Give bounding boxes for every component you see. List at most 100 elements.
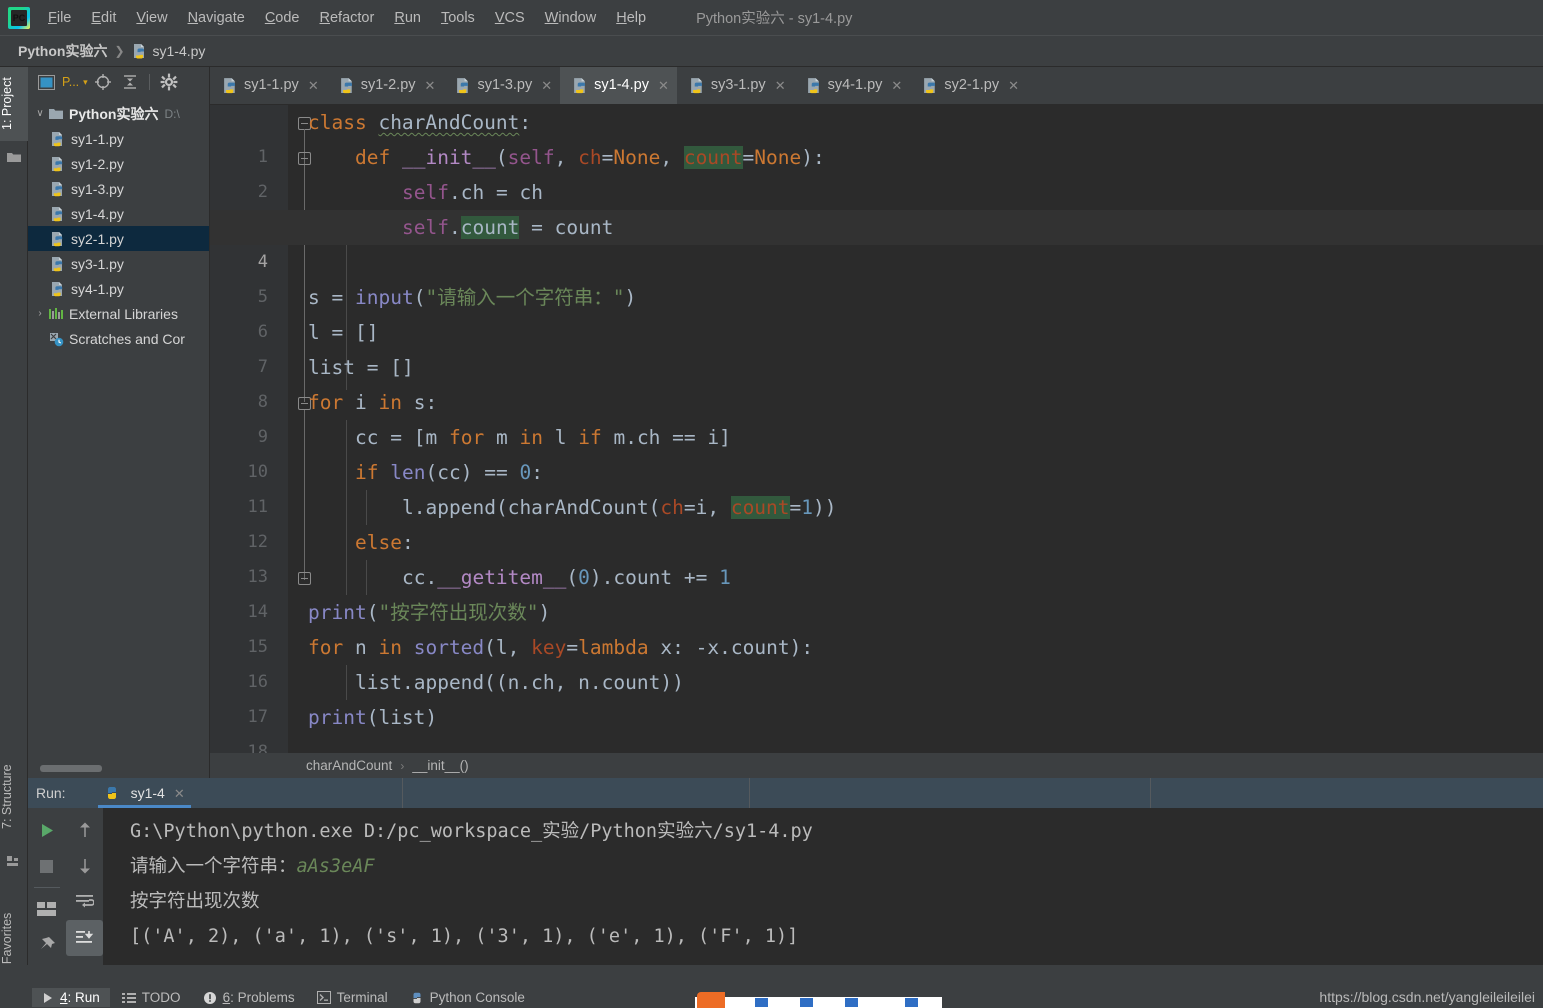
scroll-to-end-icon[interactable] [66,920,103,956]
code-line[interactable]: 1 class charAndCount: [210,105,1543,167]
expand-toggle-icon[interactable]: ∨ [32,108,48,119]
tree-item-sy1-1.py[interactable]: sy1-1.py [28,126,209,151]
tree-item-sy4-1.py[interactable]: sy4-1.py [28,276,209,301]
tree-item-sy1-2.py[interactable]: sy1-2.py [28,151,209,176]
python-file-icon [339,77,355,94]
editor-tab-sy2-1.py[interactable]: sy2-1.py ✕ [910,67,1027,104]
tree-item-Scratches and Cor[interactable]: Scratches and Cor [28,326,209,351]
code-line[interactable]: 10 cc = [m for m in l if m.ch == i] [210,420,1543,482]
editor-tab-bar: sy1-1.py ✕ sy1-2.py ✕ sy1-3.py ✕ sy1-4.p… [210,67,1543,105]
code-line[interactable]: 8 list = [] [210,350,1543,412]
close-icon[interactable]: ✕ [775,79,786,92]
project-horizontal-scrollbar[interactable] [40,765,102,772]
menu-item-tools[interactable]: Tools [431,6,485,30]
run-tab[interactable]: sy1-4 ✕ [97,778,191,808]
tree-item-sy3-1.py[interactable]: sy3-1.py [28,251,209,276]
project-view-label[interactable]: P... [62,75,79,89]
editor-tab-sy4-1.py[interactable]: sy4-1.py ✕ [794,67,911,104]
menu-item-refactor[interactable]: Refactor [310,6,385,30]
status-item-todo[interactable]: TODO [112,988,191,1007]
sidebar-item-project[interactable]: 1: Project [0,67,28,141]
run-console-output[interactable]: G:\Python\python.exe D:/pc_workspace_实验/… [104,808,1543,965]
menu-bar: FileEditViewNavigateCodeRefactorRunTools… [0,0,1543,36]
code-line[interactable]: 11 if len(cc) == 0: [210,455,1543,517]
code-line[interactable]: 4 self.count = count [210,210,1543,272]
status-item-pythonconsole[interactable]: Python Console [400,988,535,1007]
editor-tab-label: sy1-3.py [477,77,533,93]
breadcrumb-class[interactable]: charAndCount [306,758,392,773]
code-line[interactable]: 2 def __init__(self, ch=None, count=None… [210,140,1543,202]
python-file-icon [222,77,238,94]
editor-tab-sy1-3.py[interactable]: sy1-3.py ✕ [443,67,560,104]
gear-icon[interactable] [157,71,181,93]
status-item-run[interactable]: 4: Run [32,988,110,1007]
menu-item-code[interactable]: Code [255,6,310,30]
breadcrumb-method[interactable]: __init__() [412,758,468,773]
breadcrumb-project[interactable]: Python实验六 [18,41,107,61]
arrow-up-icon[interactable] [66,812,103,848]
tree-item-Python实验六[interactable]: ∨ Python实验六 D:\ [28,101,209,126]
code-line[interactable]: 7 l = [] [210,315,1543,377]
soft-wrap-icon[interactable] [66,884,103,920]
menu-item-file[interactable]: File [38,6,81,30]
menu-item-help[interactable]: Help [606,6,656,30]
code-line[interactable]: 18 print(list) [210,700,1543,753]
editor-tab-label: sy4-1.py [827,77,883,93]
code-line[interactable]: 15 print("按字符出现次数") [210,595,1543,657]
editor-tab-sy3-1.py[interactable]: sy3-1.py ✕ [677,67,794,104]
editor-tab-sy1-4.py[interactable]: sy1-4.py ✕ [560,67,677,104]
code-lines: 1 class charAndCount: 2 def __init__(sel… [210,105,1543,753]
code-line[interactable]: 13 else: [210,525,1543,587]
python-file-icon [50,181,66,197]
arrow-down-icon[interactable] [66,848,103,884]
header-divider [402,778,403,808]
terminal-icon [316,991,331,1004]
close-icon[interactable]: ✕ [891,79,902,92]
pin-icon[interactable] [28,927,65,963]
close-icon[interactable]: ✕ [1008,79,1019,92]
project-view-icon[interactable] [34,71,58,93]
menu-item-run[interactable]: Run [384,6,431,30]
close-icon[interactable]: ✕ [658,79,669,92]
code-line[interactable]: 9 for i in s: [210,385,1543,447]
close-icon[interactable]: ✕ [541,79,552,92]
chevron-down-icon[interactable]: ▾ [83,77,88,88]
code-line[interactable]: 6 s = input("请输入一个字符串：") [210,280,1543,342]
target-icon[interactable] [91,71,115,93]
sidebar-item-structure[interactable]: 7: Structure [0,749,28,845]
menu-item-window[interactable]: Window [535,6,607,30]
stop-icon[interactable] [28,848,65,884]
expand-toggle-icon[interactable]: › [32,308,48,319]
breadcrumb-file-label: sy1-4.py [152,43,206,59]
code-line[interactable]: 3 self.ch = ch [210,175,1543,237]
menu-item-vcs[interactable]: VCS [485,6,535,30]
status-item-problems[interactable]: 6: Problems [193,988,305,1007]
code-line[interactable]: 16 for n in sorted(l, key=lambda x: -x.c… [210,630,1543,692]
structure-icon[interactable] [6,853,22,869]
editor-tab-label: sy3-1.py [710,77,766,93]
play-icon[interactable] [28,812,65,848]
breadcrumb-file[interactable]: sy1-4.py [132,43,206,59]
status-item-terminal[interactable]: Terminal [307,988,398,1007]
editor-tab-sy1-1.py[interactable]: sy1-1.py ✕ [210,67,327,104]
code-line[interactable]: 14 cc.__getitem__(0).count += 1 [210,560,1543,622]
code-line[interactable]: 17 list.append((n.ch, n.count)) [210,665,1543,727]
code-line[interactable]: 5 [210,245,1543,307]
menu-item-edit[interactable]: Edit [81,6,126,30]
layout-icon[interactable] [28,891,65,927]
close-icon[interactable]: ✕ [174,787,185,800]
code-line[interactable]: 12 l.append(charAndCount(ch=i, count=1)) [210,490,1543,552]
editor-tab-sy1-2.py[interactable]: sy1-2.py ✕ [327,67,444,104]
code-editor[interactable]: 1 class charAndCount: 2 def __init__(sel… [210,105,1543,753]
menu-item-view[interactable]: View [126,6,177,30]
tree-item-sy1-3.py[interactable]: sy1-3.py [28,176,209,201]
collapse-all-icon[interactable] [118,71,142,93]
close-icon[interactable]: ✕ [308,79,319,92]
watermark-url: https://blog.csdn.net/yangleileileilei [1319,989,1535,1005]
tree-item-External Libraries[interactable]: › External Libraries [28,301,209,326]
tree-item-sy2-1.py[interactable]: sy2-1.py [28,226,209,251]
close-icon[interactable]: ✕ [425,79,436,92]
menu-item-navigate[interactable]: Navigate [178,6,255,30]
folder-icon[interactable] [6,149,22,165]
tree-item-sy1-4.py[interactable]: sy1-4.py [28,201,209,226]
